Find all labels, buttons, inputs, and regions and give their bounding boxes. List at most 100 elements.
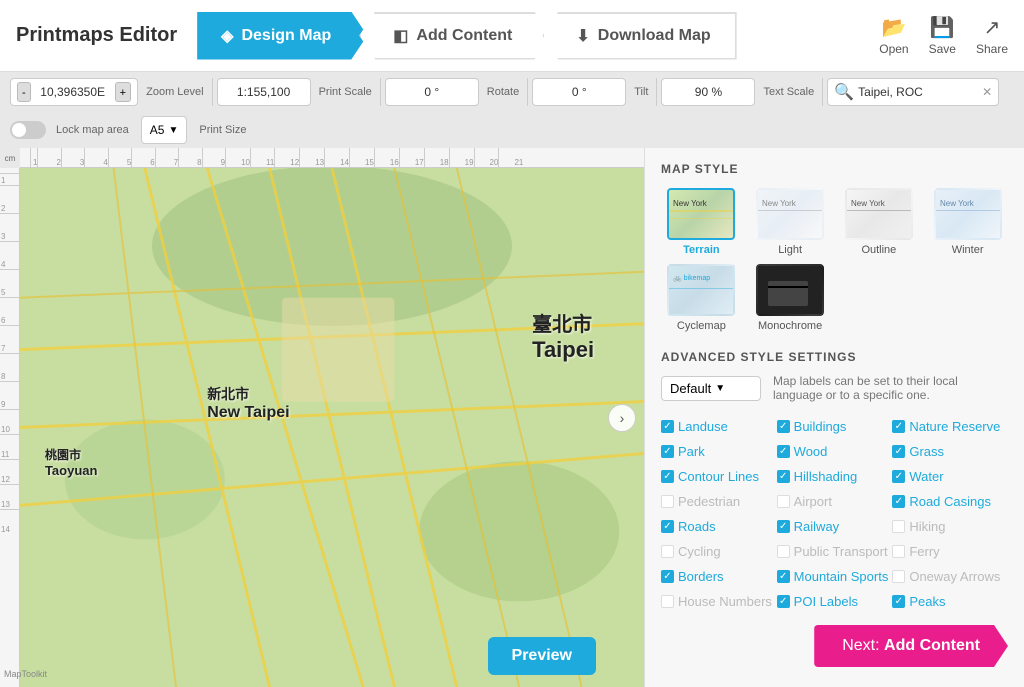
outline-label: Outline [861, 244, 896, 256]
advanced-title: ADVANCED STYLE SETTINGS [661, 350, 1008, 364]
print-size-value: A5 [150, 123, 165, 137]
layer-label-road-casings: Road Casings [909, 494, 991, 509]
zoom-input[interactable] [33, 85, 113, 99]
layer-check-grass: ✓ [892, 445, 905, 458]
divider-4 [656, 78, 657, 106]
divider-2 [380, 78, 381, 106]
cyclemap-thumb: 🚲 bikemap [667, 264, 735, 316]
header: Printmaps Editor ◈ Design Map ◧ Add Cont… [0, 0, 1024, 72]
divider-5 [822, 78, 823, 106]
add-content-icon: ◧ [393, 26, 408, 46]
style-winter[interactable]: New York Winter [927, 188, 1008, 256]
share-button[interactable]: ↗ Share [976, 15, 1008, 56]
layer-poi-labels[interactable]: ✓POI Labels [777, 591, 893, 612]
layer-cycling[interactable]: Cycling [661, 541, 777, 562]
layer-water[interactable]: ✓Water [892, 466, 1008, 487]
step-add-content[interactable]: ◧ Add Content [359, 12, 550, 60]
svg-text:New York: New York [940, 199, 975, 208]
search-input[interactable] [858, 85, 978, 99]
map-canvas[interactable]: 臺北市Taipei 新北市New Taipei 桃園市Taoyuan [20, 168, 644, 687]
style-cyclemap[interactable]: 🚲 bikemap Cyclemap [661, 264, 742, 332]
layer-borders[interactable]: ✓Borders [661, 566, 777, 587]
maptoolkit-label: MapToolkit [4, 669, 47, 679]
lock-label: Lock map area [56, 124, 129, 136]
layer-house-numbers[interactable]: House Numbers [661, 591, 777, 612]
zoom-plus-button[interactable]: + [115, 82, 131, 102]
step-design[interactable]: ◈ Design Map [197, 12, 367, 60]
layer-hiking[interactable]: Hiking [892, 516, 1008, 537]
layer-label-house-numbers: House Numbers [678, 594, 772, 609]
style-monochrome[interactable]: Monochrome [750, 264, 831, 332]
logo-normal: Editor [114, 24, 177, 46]
layer-check-public-transport [777, 545, 790, 558]
print-size-label: Print Size [199, 124, 246, 136]
layer-check-cycling [661, 545, 674, 558]
layer-pedestrian[interactable]: Pedestrian [661, 491, 777, 512]
layer-check-railway: ✓ [777, 520, 790, 533]
print-scale-group [217, 78, 311, 106]
save-button[interactable]: 💾 Save [929, 15, 956, 56]
layer-oneway-arrows[interactable]: Oneway Arrows [892, 566, 1008, 587]
layer-label-pedestrian: Pedestrian [678, 494, 740, 509]
layer-check-road-casings: ✓ [892, 495, 905, 508]
step-add-content-label: Add Content [416, 27, 512, 45]
tilt-input[interactable] [539, 85, 619, 99]
layer-hillshading[interactable]: ✓Hillshading [777, 466, 893, 487]
clear-search-icon[interactable]: ✕ [982, 85, 992, 99]
layer-peaks[interactable]: ✓Peaks [892, 591, 1008, 612]
right-panel: MAP STYLE New York Terrain New York Ligh… [644, 148, 1024, 687]
layer-public-transport[interactable]: Public Transport [777, 541, 893, 562]
controls-bar: - + Zoom Level Print Scale Rotate Tilt T… [0, 72, 1024, 112]
step-download[interactable]: ⬇ Download Map [542, 12, 736, 60]
map-area[interactable]: cm 1 2 3 4 5 6 7 8 9 10 11 12 13 14 15 1… [0, 148, 644, 687]
preview-button[interactable]: Preview [488, 637, 596, 675]
outline-thumb: New York [845, 188, 913, 240]
ruler-corner: cm [0, 148, 20, 168]
layer-landuse[interactable]: ✓Landuse [661, 416, 777, 437]
layer-road-casings[interactable]: ✓ Road Casings [892, 491, 1008, 512]
layer-check-buildings: ✓ [777, 420, 790, 433]
layer-buildings[interactable]: ✓Buildings [777, 416, 893, 437]
print-scale-input[interactable] [224, 85, 304, 99]
rotate-input[interactable] [392, 85, 472, 99]
layer-check-wood: ✓ [777, 445, 790, 458]
lock-toggle[interactable] [10, 121, 46, 139]
layer-label-grass: Grass [909, 444, 944, 459]
layer-mountain-sports[interactable]: ✓Mountain Sports [777, 566, 893, 587]
layer-roads[interactable]: ✓Roads [661, 516, 777, 537]
svg-text:🚲 bikemap: 🚲 bikemap [673, 275, 710, 282]
zoom-minus-button[interactable]: - [17, 82, 31, 102]
layer-label-contour-lines: Contour Lines [678, 469, 759, 484]
style-outline[interactable]: New York Outline [839, 188, 920, 256]
design-icon: ◈ [221, 26, 233, 46]
light-thumb: New York [756, 188, 824, 240]
controls-bar2: Lock map area A5 ▼ Print Size [0, 112, 1024, 148]
light-label: Light [778, 244, 802, 256]
style-terrain[interactable]: New York Terrain [661, 188, 742, 256]
ruler-left: 1 2 3 4 5 6 7 8 9 10 11 12 13 14 [0, 148, 20, 687]
lang-value: Default [670, 381, 711, 396]
terrain-label: Terrain [683, 244, 719, 256]
zoom-label: Zoom Level [146, 86, 203, 98]
step-download-label: Download Map [598, 27, 711, 45]
layer-label-oneway-arrows: Oneway Arrows [909, 569, 1000, 584]
layer-park[interactable]: ✓Park [661, 441, 777, 462]
text-scale-input[interactable] [668, 85, 748, 99]
open-button[interactable]: 📂 Open [879, 15, 908, 56]
lang-select[interactable]: Default ▼ [661, 376, 761, 401]
style-light[interactable]: New York Light [750, 188, 831, 256]
layer-wood[interactable]: ✓Wood [777, 441, 893, 462]
divider-1 [212, 78, 213, 106]
layer-grass[interactable]: ✓ Grass [892, 441, 1008, 462]
layer-airport[interactable]: Airport [777, 491, 893, 512]
layer-ferry[interactable]: Ferry [892, 541, 1008, 562]
next-add-content-button[interactable]: Next: Add Content [814, 625, 1008, 667]
layer-check-airport [777, 495, 790, 508]
rotate-group [385, 78, 479, 106]
layer-railway[interactable]: ✓Railway [777, 516, 893, 537]
map-next-arrow[interactable]: › [608, 404, 636, 432]
print-scale-label: Print Scale [319, 86, 372, 98]
text-scale-label: Text Scale [763, 86, 814, 98]
layer-nature-reserve[interactable]: ✓Nature Reserve [892, 416, 1008, 437]
layer-contour-lines[interactable]: ✓Contour Lines [661, 466, 777, 487]
